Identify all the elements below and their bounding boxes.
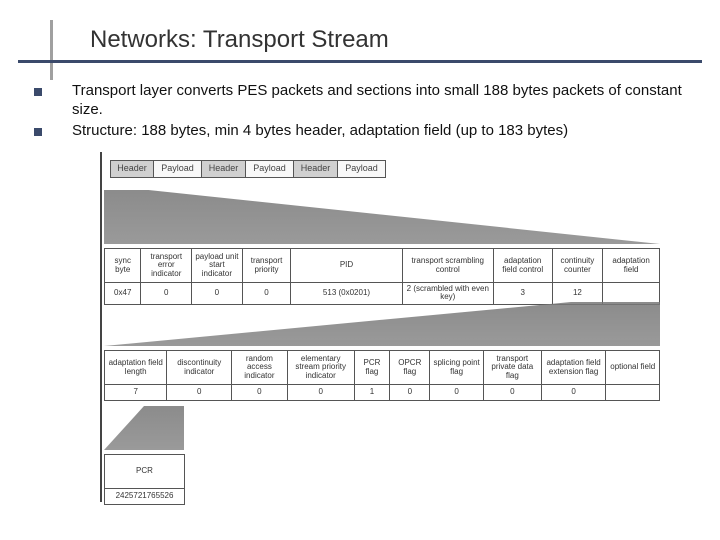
field-value: 12 xyxy=(552,283,603,305)
field-value: 0 xyxy=(287,385,354,401)
field-value xyxy=(603,283,660,305)
transport-stream-diagram: Header Payload Header Payload Header Pay… xyxy=(100,172,680,522)
header-fields-table: sync byte transport error indicator payl… xyxy=(104,248,660,305)
field-label: optional field xyxy=(606,351,660,385)
title-rule xyxy=(18,60,702,63)
field-value: 513 (0x0201) xyxy=(291,283,402,305)
content-area: Transport layer converts PES packets and… xyxy=(34,82,696,142)
field-value: 0 xyxy=(232,385,288,401)
diagram-left-rule xyxy=(100,152,102,502)
field-label: transport priority xyxy=(242,249,291,283)
field-value: 0 xyxy=(141,283,192,305)
field-value: 0 xyxy=(483,385,541,401)
field-label: splicing point flag xyxy=(430,351,483,385)
bullet-item: Transport layer converts PES packets and… xyxy=(34,82,696,120)
field-label: payload unit start indicator xyxy=(192,249,243,283)
expansion-trapezoid xyxy=(104,190,660,244)
field-label: random access indicator xyxy=(232,351,288,385)
field-label: sync byte xyxy=(105,249,141,283)
title-accent-vertical xyxy=(50,20,53,80)
packet-header-cell: Header xyxy=(110,160,154,178)
field-label: adaptation field extension flag xyxy=(541,351,606,385)
field-value: 7 xyxy=(105,385,167,401)
field-label: continuity counter xyxy=(552,249,603,283)
field-value: 2425721765526 xyxy=(105,489,185,505)
field-label: transport private data flag xyxy=(483,351,541,385)
field-label: PID xyxy=(291,249,402,283)
field-value: 0 xyxy=(390,385,430,401)
field-value: 0 xyxy=(192,283,243,305)
field-value: 0 xyxy=(167,385,232,401)
square-bullet-icon xyxy=(34,88,42,96)
field-label: adaptation field xyxy=(603,249,660,283)
field-label: transport error indicator xyxy=(141,249,192,283)
field-value: 1 xyxy=(354,385,390,401)
field-label: OPCR flag xyxy=(390,351,430,385)
field-value: 0x47 xyxy=(105,283,141,305)
packet-header-cell: Header xyxy=(294,160,338,178)
field-value: 0 xyxy=(541,385,606,401)
field-label: transport scrambling control xyxy=(402,249,493,283)
field-label: discontinuity indicator xyxy=(167,351,232,385)
bullet-text: Structure: 188 bytes, min 4 bytes header… xyxy=(72,122,568,141)
pcr-table: PCR 2425721765526 xyxy=(104,454,185,505)
adaptation-fields-table: adaptation field length discontinuity in… xyxy=(104,350,660,401)
packet-payload-cell: Payload xyxy=(338,160,386,178)
square-bullet-icon xyxy=(34,128,42,136)
field-label: elementary stream priority indicator xyxy=(287,351,354,385)
expansion-trapezoid xyxy=(104,406,184,450)
field-value: 3 xyxy=(493,283,552,305)
field-value: 2 (scrambled with even key) xyxy=(402,283,493,305)
slide-title: Networks: Transport Stream xyxy=(90,26,720,54)
packet-row: Header Payload Header Payload Header Pay… xyxy=(110,160,386,178)
bullet-text: Transport layer converts PES packets and… xyxy=(72,82,696,120)
field-label: PCR xyxy=(105,455,185,489)
packet-payload-cell: Payload xyxy=(246,160,294,178)
field-value: 0 xyxy=(430,385,483,401)
field-label: adaptation field length xyxy=(105,351,167,385)
field-label: adaptation field control xyxy=(493,249,552,283)
packet-payload-cell: Payload xyxy=(154,160,202,178)
bullet-item: Structure: 188 bytes, min 4 bytes header… xyxy=(34,122,696,141)
field-label: PCR flag xyxy=(354,351,390,385)
field-value: 0 xyxy=(242,283,291,305)
packet-header-cell: Header xyxy=(202,160,246,178)
expansion-trapezoid xyxy=(104,302,660,346)
field-value xyxy=(606,385,660,401)
